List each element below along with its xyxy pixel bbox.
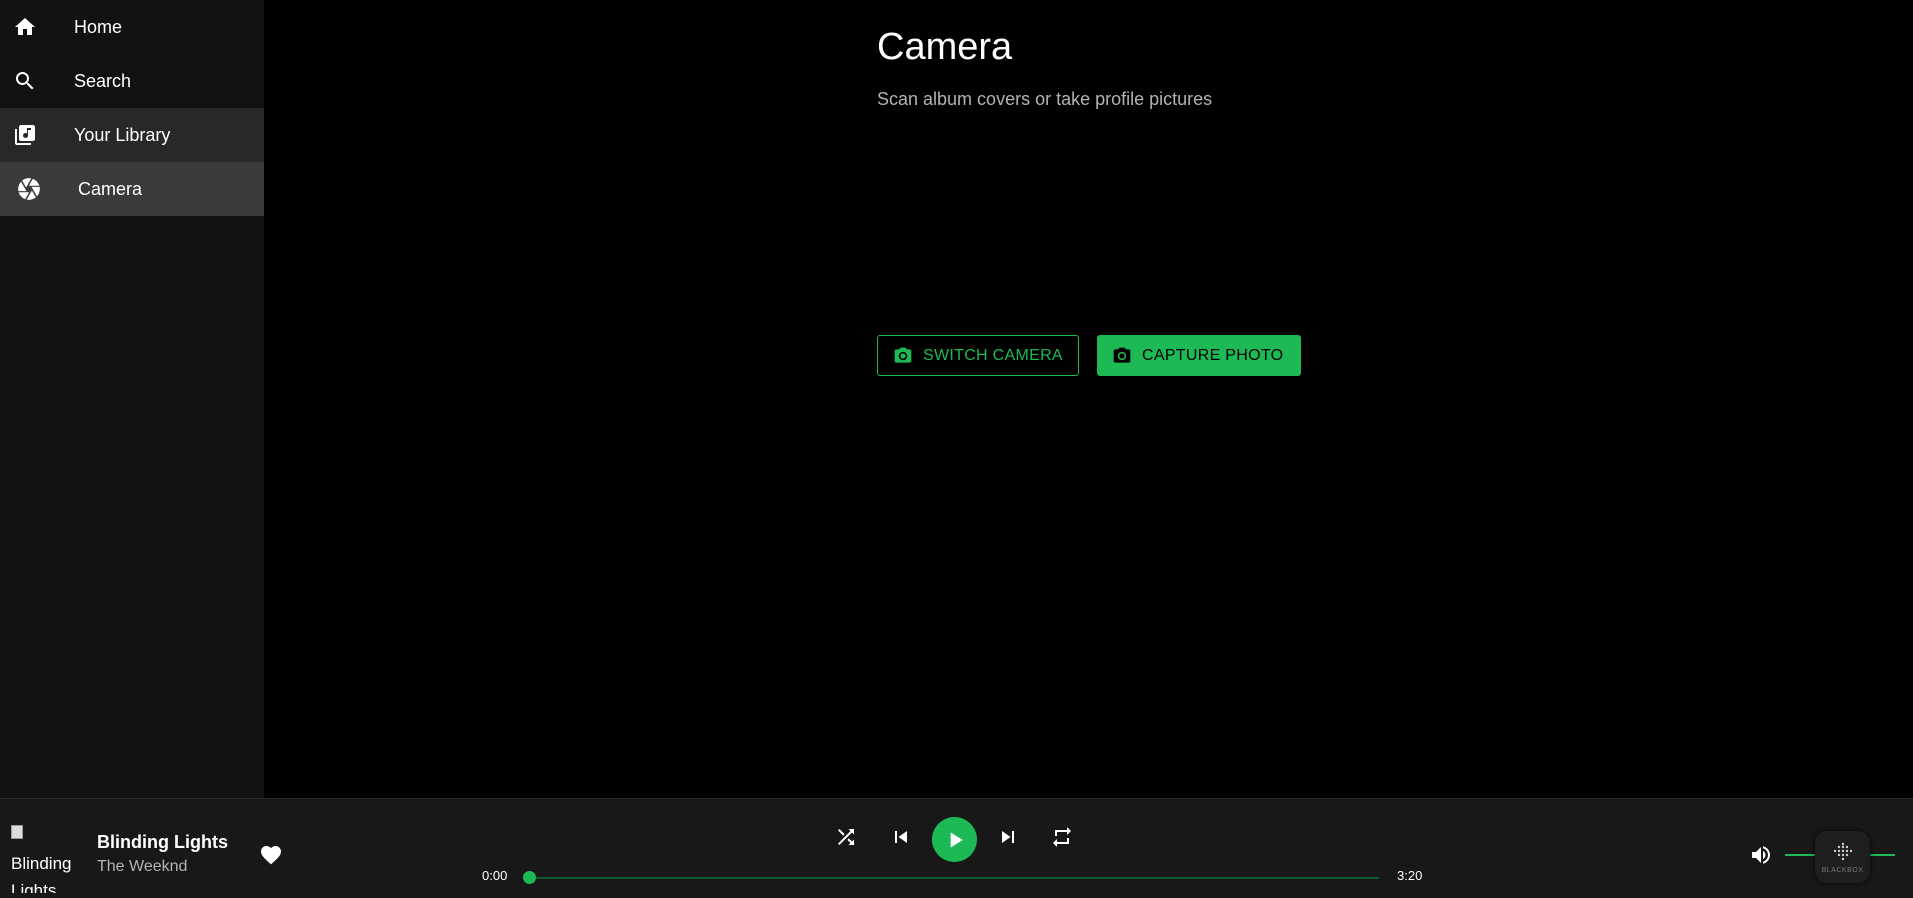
- camera-icon: [893, 346, 913, 366]
- sidebar-item-label: Your Library: [74, 124, 171, 145]
- repeat-icon: [1053, 827, 1071, 847]
- volume-icon: [1752, 846, 1770, 864]
- sidebar-item-home[interactable]: Home: [0, 0, 264, 54]
- sidebar: Home Search Your Library Camera: [0, 0, 264, 798]
- volume-button[interactable]: [1749, 843, 1773, 867]
- badge-label: BLACKBOX: [1821, 866, 1864, 874]
- blackbox-badge[interactable]: BLACKBOX: [1815, 831, 1870, 883]
- camera-shutter-icon: [16, 176, 42, 202]
- sidebar-item-label: Camera: [78, 178, 143, 199]
- camera-icon: [1112, 346, 1132, 366]
- heart-icon: [261, 846, 281, 865]
- search-icon: [12, 68, 38, 94]
- like-button[interactable]: [259, 843, 283, 867]
- sidebar-item-library[interactable]: Your Library: [0, 108, 264, 162]
- skip-next-icon: [1002, 831, 1014, 843]
- page-subtitle: Scan album covers or take profile pictur…: [877, 89, 1213, 109]
- sidebar-item-search[interactable]: Search: [0, 54, 264, 108]
- sidebar-item-label: Search: [74, 70, 132, 91]
- track-artist[interactable]: The Weeknd: [97, 858, 187, 876]
- blackbox-logo-icon: [1833, 842, 1852, 860]
- total-time: 3:20: [1397, 868, 1423, 883]
- capture-photo-button[interactable]: CAPTURE PHOTO: [1097, 335, 1301, 376]
- previous-button[interactable]: [889, 825, 913, 849]
- progress-bar[interactable]: [523, 871, 1379, 884]
- broken-image-icon: [11, 825, 23, 839]
- home-icon: [12, 14, 38, 40]
- capture-photo-label: CAPTURE PHOTO: [1142, 346, 1284, 364]
- progress-thumb[interactable]: [523, 871, 536, 884]
- track-title[interactable]: Blinding Lights: [97, 832, 228, 853]
- main-content: Camera Scan album covers or take profile…: [264, 0, 1913, 798]
- album-art-alt: Blinding Lights: [11, 854, 72, 893]
- switch-camera-label: SWITCH CAMERA: [923, 346, 1063, 364]
- player-bar: Blinding Lights Blinding Lights The Week…: [0, 798, 1913, 898]
- sidebar-item-label: Home: [74, 16, 123, 37]
- switch-camera-button[interactable]: SWITCH CAMERA: [877, 335, 1079, 376]
- sidebar-item-camera[interactable]: Camera: [0, 162, 264, 216]
- next-button[interactable]: [996, 825, 1020, 849]
- skip-previous-icon: [895, 831, 907, 843]
- shuffle-icon: [838, 829, 854, 845]
- repeat-button[interactable]: [1050, 825, 1074, 849]
- play-icon: [950, 831, 963, 848]
- album-art: Blinding Lights: [11, 823, 81, 893]
- play-button[interactable]: [932, 817, 977, 862]
- current-time: 0:00: [482, 868, 508, 883]
- page-title: Camera: [877, 26, 1013, 68]
- app-window: Home Search Your Library Camera Camera S…: [0, 0, 1913, 898]
- library-music-icon: [12, 122, 38, 148]
- shuffle-button[interactable]: [834, 825, 858, 849]
